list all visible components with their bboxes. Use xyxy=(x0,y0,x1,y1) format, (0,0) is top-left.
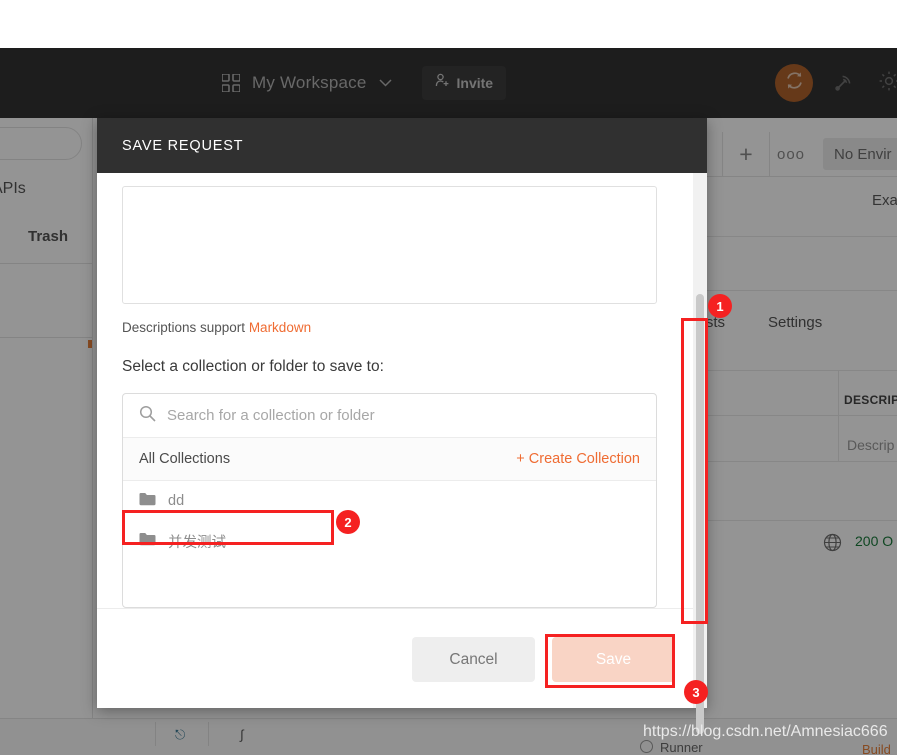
collection-search-placeholder: Search for a collection or folder xyxy=(167,407,375,424)
annotation-box-3 xyxy=(545,634,675,688)
modal-title: SAVE REQUEST xyxy=(122,137,244,154)
collection-search-row[interactable]: Search for a collection or folder xyxy=(123,394,656,438)
annotation-badge-3: 3 xyxy=(684,680,708,704)
markdown-note-text: Descriptions support xyxy=(122,320,249,335)
folder-label: dd xyxy=(168,493,185,509)
select-collection-label: Select a collection or folder to save to… xyxy=(122,358,384,375)
create-collection-button[interactable]: + Create Collection xyxy=(516,451,640,467)
cancel-button[interactable]: Cancel xyxy=(412,637,535,682)
screen-root: My Workspace Invite PIs Trash + ooo No E… xyxy=(0,0,897,755)
save-request-modal: SAVE REQUEST Descriptions support Markdo… xyxy=(97,118,707,734)
annotation-badge-1: 1 xyxy=(708,294,732,318)
markdown-link[interactable]: Markdown xyxy=(249,320,311,335)
folder-icon xyxy=(139,492,156,511)
all-collections-label: All Collections xyxy=(139,451,231,467)
annotation-box-1 xyxy=(681,318,708,624)
annotation-box-2 xyxy=(122,510,334,545)
watermark: https://blog.csdn.net/Amnesiac666 xyxy=(643,723,888,740)
modal-header: SAVE REQUEST xyxy=(97,118,707,173)
collection-picker: Search for a collection or folder All Co… xyxy=(122,393,657,608)
annotation-badge-2: 2 xyxy=(336,510,360,534)
search-icon xyxy=(139,405,156,427)
description-textarea[interactable] xyxy=(122,186,657,304)
markdown-note: Descriptions support Markdown xyxy=(122,320,682,335)
all-collections-row: All Collections + Create Collection xyxy=(123,438,656,481)
